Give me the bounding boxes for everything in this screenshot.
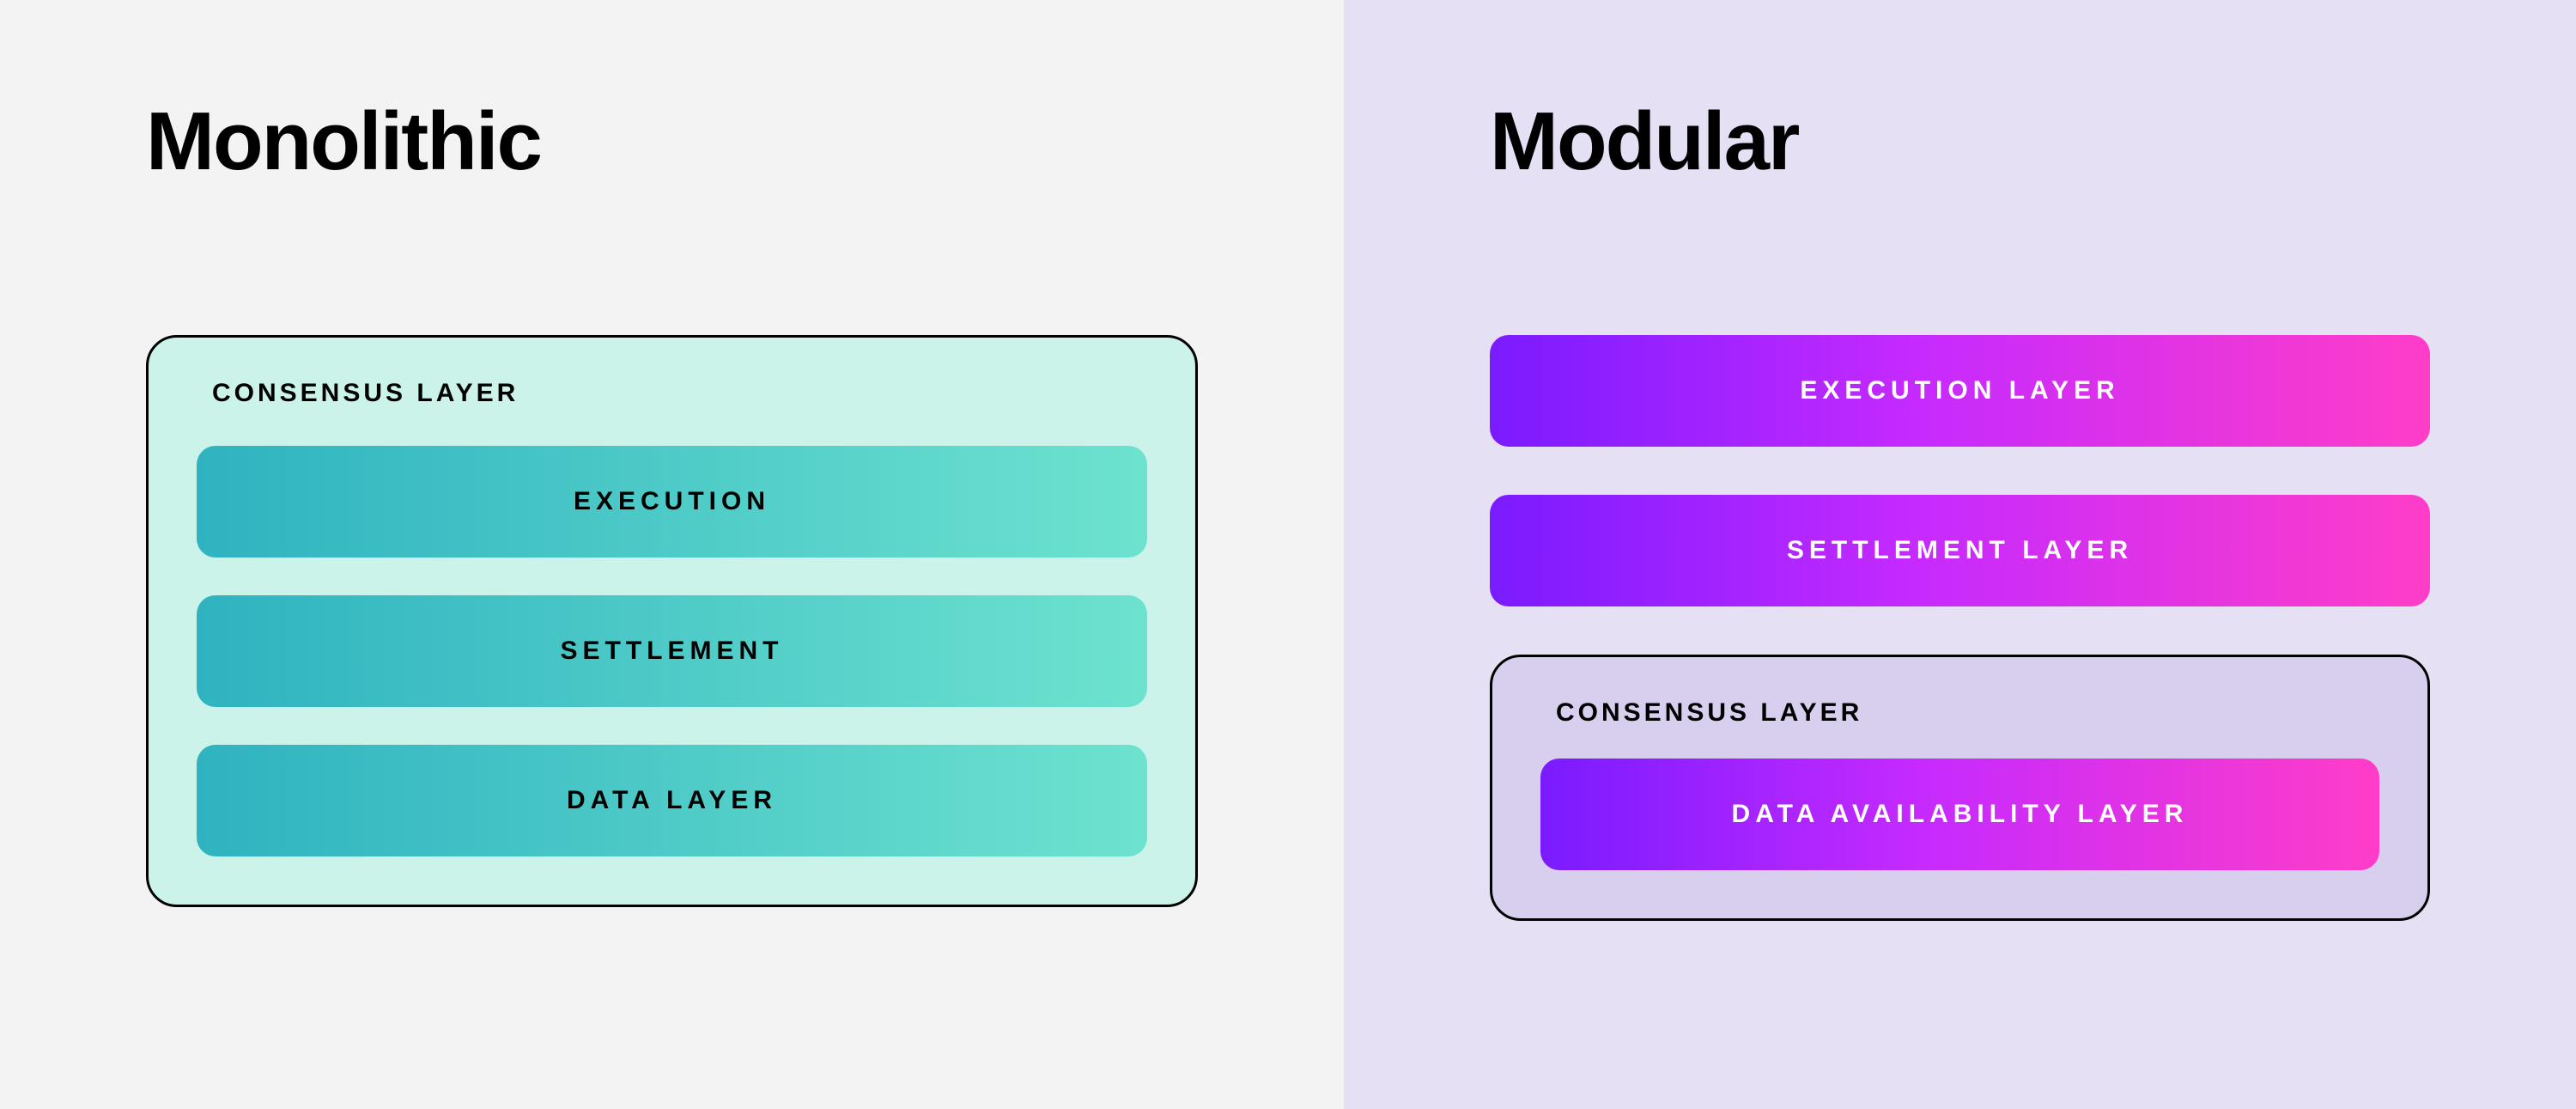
settlement-layer-bar: SETTLEMENT LAYER [1490, 495, 2430, 606]
monolithic-consensus-box: CONSENSUS LAYER EXECUTION SETTLEMENT DAT… [146, 335, 1198, 907]
data-layer-bar: DATA LAYER [197, 745, 1147, 856]
modular-consensus-box: CONSENSUS LAYER DATA AVAILABILITY LAYER [1490, 655, 2430, 921]
monolithic-title: Monolithic [146, 94, 1198, 189]
execution-bar: EXECUTION [197, 446, 1147, 558]
data-availability-layer-bar: DATA AVAILABILITY LAYER [1540, 759, 2379, 870]
consensus-layer-label: CONSENSUS LAYER [1540, 698, 2379, 728]
diagram-root: Monolithic CONSENSUS LAYER EXECUTION SET… [0, 0, 2576, 1109]
monolithic-column: Monolithic CONSENSUS LAYER EXECUTION SET… [0, 0, 1344, 1109]
modular-column: Modular EXECUTION LAYER SETTLEMENT LAYER… [1344, 0, 2576, 1109]
modular-title: Modular [1490, 94, 2430, 189]
modular-stack: EXECUTION LAYER SETTLEMENT LAYER CONSENS… [1490, 335, 2430, 921]
consensus-layer-label: CONSENSUS LAYER [197, 379, 1147, 408]
settlement-bar: SETTLEMENT [197, 595, 1147, 707]
execution-layer-bar: EXECUTION LAYER [1490, 335, 2430, 447]
